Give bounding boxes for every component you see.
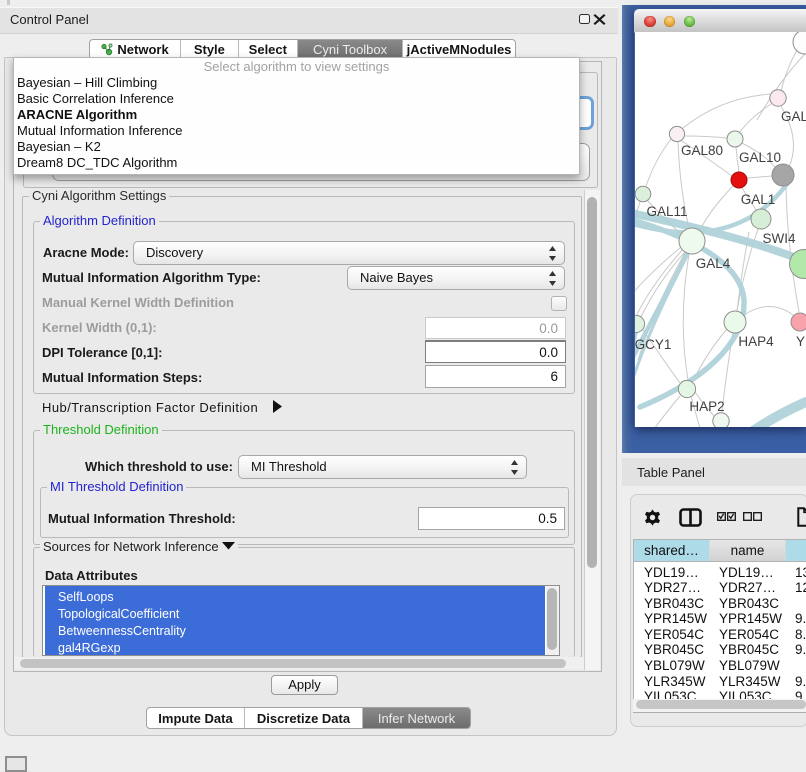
svg-text:HAP4: HAP4	[738, 334, 774, 349]
svg-text:SWI4: SWI4	[762, 231, 795, 246]
svg-text:GAL4: GAL4	[696, 256, 731, 271]
svg-text:GAL11: GAL11	[646, 204, 687, 219]
svg-text:GAL80: GAL80	[681, 143, 723, 158]
svg-text:GAL7: GAL7	[781, 109, 806, 124]
svg-text:GAL10: GAL10	[739, 150, 781, 165]
svg-text:GAL1: GAL1	[741, 192, 776, 207]
svg-text:Y: Y	[796, 334, 805, 349]
svg-text:GCY1: GCY1	[635, 337, 671, 352]
svg-text:HAP2: HAP2	[689, 399, 724, 414]
